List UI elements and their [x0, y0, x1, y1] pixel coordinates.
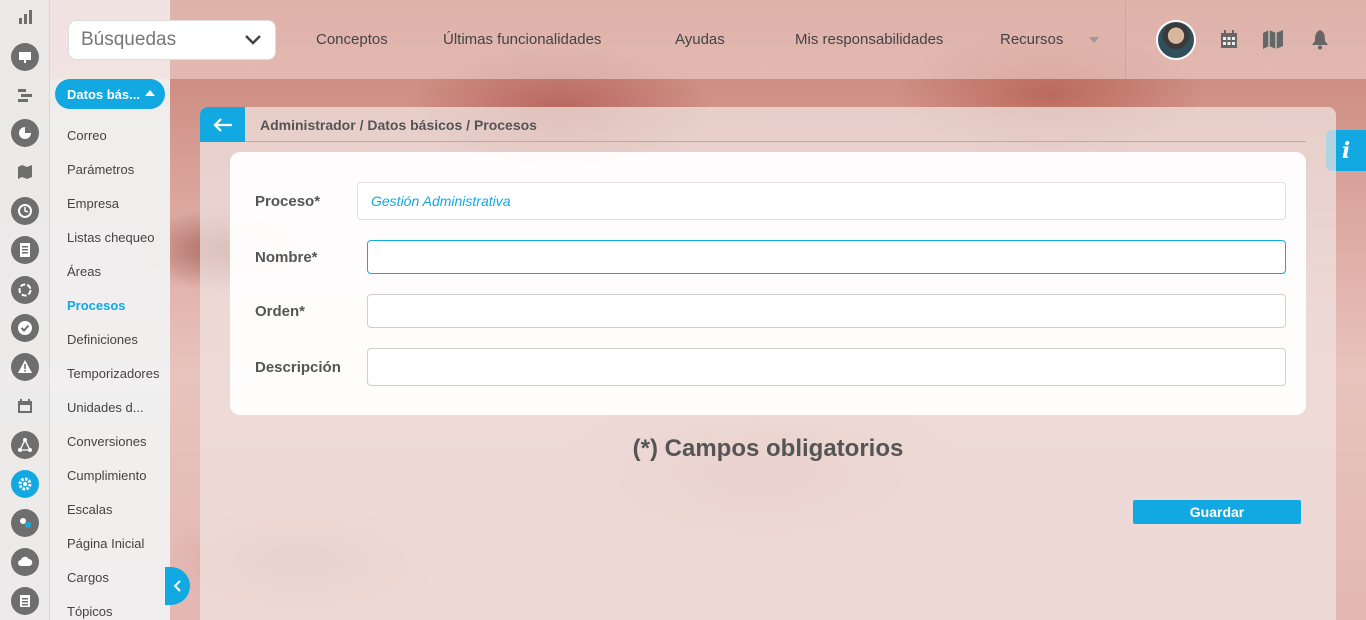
- menu-item-parametros[interactable]: Parámetros: [67, 162, 134, 177]
- search-dropdown[interactable]: Búsquedas: [68, 20, 276, 60]
- nav-link-ayudas[interactable]: Ayudas: [675, 31, 725, 48]
- network-icon[interactable]: [11, 431, 39, 459]
- bar-chart-icon[interactable]: [11, 3, 39, 31]
- presentation-icon[interactable]: [11, 43, 39, 71]
- document-icon[interactable]: [11, 236, 39, 264]
- map-icon[interactable]: [11, 158, 39, 186]
- menu-item-unidades[interactable]: Unidades d...: [67, 400, 144, 415]
- proceso-field: Gestión Administrativa: [357, 182, 1286, 220]
- nav-link-mis-responsabilidades[interactable]: Mis responsabilidades: [795, 31, 943, 48]
- save-button[interactable]: Guardar: [1133, 500, 1301, 524]
- menu-item-topicos[interactable]: Tópicos: [67, 604, 113, 619]
- gear-icon[interactable]: [11, 470, 39, 498]
- caret-up-icon: [145, 90, 155, 96]
- menu-item-cumplimiento[interactable]: Cumplimiento: [67, 468, 146, 483]
- nav-link-ultimas-funcionalidades[interactable]: Últimas funcionalidades: [443, 31, 601, 48]
- breadcrumb: Administrador / Datos básicos / Procesos: [260, 117, 537, 133]
- collapse-sidebar-button[interactable]: [165, 567, 190, 605]
- calendar-icon[interactable]: [11, 392, 39, 420]
- breadcrumb-divider: [245, 141, 1306, 142]
- proceso-label: Proceso*: [255, 193, 321, 210]
- calendar-icon[interactable]: [1220, 30, 1238, 49]
- menu-item-escalas[interactable]: Escalas: [67, 502, 113, 517]
- menu-item-correo[interactable]: Correo: [67, 128, 107, 143]
- nav-link-conceptos[interactable]: Conceptos: [316, 31, 388, 48]
- top-divider: [1125, 0, 1126, 79]
- menu-item-empresa[interactable]: Empresa: [67, 196, 119, 211]
- list-icon[interactable]: [11, 587, 39, 615]
- arrow-left-icon: [212, 117, 232, 132]
- recursos-caret-icon[interactable]: [1089, 37, 1099, 43]
- search-label: Búsquedas: [81, 29, 177, 50]
- menu-item-areas[interactable]: Áreas: [67, 264, 101, 279]
- descripcion-input[interactable]: [367, 348, 1286, 386]
- menu-item-listas-chequeo[interactable]: Listas chequeo: [67, 230, 154, 245]
- orden-label: Orden*: [255, 303, 306, 320]
- top-bar: Búsquedas Conceptos Últimas funcionalida…: [50, 0, 1366, 79]
- section-toggle-button[interactable]: Datos bás...: [55, 79, 165, 109]
- bell-icon[interactable]: [1311, 29, 1329, 50]
- menu-item-definiciones[interactable]: Definiciones: [67, 332, 138, 347]
- nombre-input[interactable]: [367, 240, 1286, 274]
- clock-icon[interactable]: [11, 197, 39, 225]
- check-icon[interactable]: [11, 314, 39, 342]
- avatar[interactable]: [1156, 20, 1196, 60]
- nav-link-recursos[interactable]: Recursos: [1000, 31, 1063, 48]
- orden-input[interactable]: [367, 294, 1286, 328]
- descripcion-label: Descripción: [255, 359, 341, 376]
- nombre-label: Nombre*: [255, 249, 318, 266]
- gantt-icon[interactable]: [11, 81, 39, 109]
- section-label: Datos bás...: [67, 86, 140, 102]
- menu-item-procesos[interactable]: Procesos: [67, 298, 126, 313]
- side-menu: Datos bás... Correo Parámetros Empresa L…: [50, 0, 170, 620]
- menu-item-cargos[interactable]: Cargos: [67, 570, 109, 585]
- cloud-icon[interactable]: [11, 548, 39, 576]
- chevron-left-icon: [173, 580, 181, 592]
- chevron-down-icon: [245, 35, 261, 45]
- users-icon[interactable]: [11, 509, 39, 537]
- menu-item-pagina-inicial[interactable]: Página Inicial: [67, 536, 144, 551]
- back-button[interactable]: [200, 107, 245, 142]
- warning-icon[interactable]: [11, 353, 39, 381]
- map-icon[interactable]: [1262, 28, 1284, 50]
- icon-rail: [0, 0, 50, 620]
- cycle-icon[interactable]: [11, 276, 39, 304]
- pie-chart-icon[interactable]: [11, 119, 39, 147]
- required-fields-note: (*) Campos obligatorios: [632, 435, 904, 462]
- menu-item-conversiones[interactable]: Conversiones: [67, 434, 147, 449]
- process-form: Proceso* Gestión Administrativa Nombre* …: [230, 152, 1306, 415]
- menu-item-temporizadores[interactable]: Temporizadores: [67, 366, 160, 381]
- main-content: Administrador / Datos básicos / Procesos…: [200, 107, 1336, 620]
